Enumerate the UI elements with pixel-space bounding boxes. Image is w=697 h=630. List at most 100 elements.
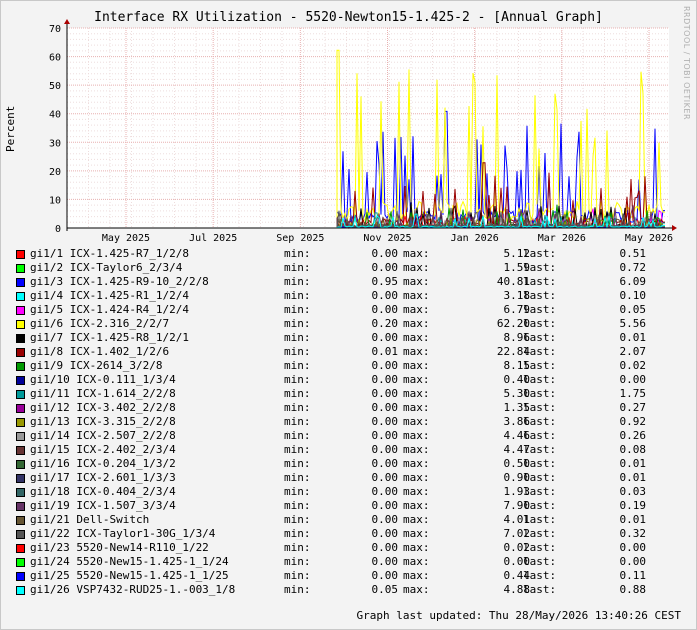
- legend-max-label: max:: [403, 247, 430, 260]
- legend-last-value: 0.00: [619, 555, 647, 568]
- legend-series-name: gi1/24 5520-New15-1.425-1_1/24: [30, 555, 229, 568]
- legend-swatch: [16, 376, 25, 385]
- legend-swatch: [16, 334, 25, 343]
- legend-swatch: [16, 404, 25, 413]
- y-tick-label: 30: [49, 138, 61, 149]
- legend-series-name: gi1/7 ICX-1.425-R8_1/2/1: [30, 331, 189, 344]
- legend-series-name: gi1/12 ICX-3.402_2/2/8: [30, 401, 176, 414]
- legend-row: gi1/18 ICX-0.404_2/3/4 min: 0.00 max: 1.93 la…: [16, 485, 696, 499]
- legend-max-label: max:: [403, 359, 430, 372]
- legend-swatch: [16, 390, 25, 399]
- legend-row: gi1/15 ICX-2.402_2/3/4 min: 0.00 max: 4.47 la…: [16, 443, 696, 457]
- legend-swatch: [16, 446, 25, 455]
- legend-row: gi1/9 ICX-2614_3/2/8 min: 0.00 max: 8.15 last…: [16, 359, 696, 373]
- legend-swatch: [16, 516, 25, 525]
- legend-series-name: gi1/22 ICX-Taylor1-30G_1/3/4: [30, 527, 216, 540]
- legend-min-value: 0.00: [371, 303, 399, 316]
- x-tick-label: Jan 2026: [451, 233, 499, 244]
- legend-min-label: min:: [284, 359, 311, 372]
- legend-min-label: min:: [284, 345, 311, 358]
- legend-last-value: 5.56: [619, 317, 647, 330]
- legend-last-value: 0.03: [619, 485, 647, 498]
- legend-swatch: [16, 278, 25, 287]
- legend-max-label: max:: [403, 345, 430, 358]
- legend-min-label: min:: [284, 499, 311, 512]
- x-axis-arrow: [672, 225, 677, 231]
- legend-swatch: [16, 264, 25, 273]
- legend-row: gi1/26 VSP7432-RUD25-1.-003_1/8 min: 0.05 m…: [16, 583, 696, 597]
- legend-last-label: last:: [523, 429, 557, 442]
- legend-series-name: gi1/14 ICX-2.507_2/2/8: [30, 429, 176, 442]
- legend-min-value: 0.00: [371, 513, 399, 526]
- legend-last-label: last:: [523, 261, 557, 274]
- legend-min-label: min:: [284, 569, 311, 582]
- legend-row: gi1/11 ICX-1.614_2/2/8 min: 0.00 max: 5.30 la…: [16, 387, 696, 401]
- legend-last-label: last:: [523, 247, 557, 260]
- legend-series-name: gi1/19 ICX-1.507_3/3/4: [30, 499, 176, 512]
- legend-min-value: 0.95: [371, 275, 399, 288]
- legend-min-value: 0.00: [371, 247, 399, 260]
- legend-min-value: 0.00: [371, 499, 399, 512]
- chart-plot: 0 10 20 30 40 50 60 70 May 2025 Jul 2025 Sep 2025 N…: [49, 19, 677, 244]
- legend-last-label: last:: [523, 513, 557, 526]
- legend-row: gi1/8 ICX-1.402_1/2/6 min: 0.01 max: 22.84 la…: [16, 345, 696, 359]
- legend-last-value: 2.07: [619, 345, 647, 358]
- legend-min-label: min:: [284, 317, 311, 330]
- legend-max-label: max:: [403, 275, 430, 288]
- legend-last-value: 0.19: [619, 499, 647, 512]
- legend-min-value: 0.00: [371, 443, 399, 456]
- legend-min-value: 0.00: [371, 471, 399, 484]
- legend-max-label: max:: [403, 471, 430, 484]
- legend-last-label: last:: [523, 555, 557, 568]
- legend-last-label: last:: [523, 485, 557, 498]
- legend-last-value: 0.72: [619, 261, 647, 274]
- legend-swatch: [16, 432, 25, 441]
- legend-max-label: max:: [403, 485, 430, 498]
- legend-min-label: min:: [284, 555, 311, 568]
- legend-min-value: 0.00: [371, 387, 399, 400]
- legend-swatch: [16, 474, 25, 483]
- legend-min-label: min:: [284, 303, 311, 316]
- legend-series-name: gi1/2 ICX-Taylor6_2/3/4: [30, 261, 183, 274]
- legend-series-name: gi1/13 ICX-3.315_2/2/8: [30, 415, 176, 428]
- legend-min-label: min:: [284, 443, 311, 456]
- legend-min-value: 0.00: [371, 429, 399, 442]
- legend-swatch: [16, 572, 25, 581]
- legend-last-value: 0.10: [619, 289, 647, 302]
- legend-min-value: 0.00: [371, 541, 399, 554]
- y-axis-arrow: [64, 19, 70, 24]
- legend-min-label: min:: [284, 373, 311, 386]
- legend-last-value: 0.01: [619, 457, 647, 470]
- legend-min-value: 0.00: [371, 289, 399, 302]
- legend-min-value: 0.00: [371, 331, 399, 344]
- legend-min-value: 0.00: [371, 527, 399, 540]
- legend-min-value: 0.05: [371, 583, 399, 596]
- legend-min-value: 0.00: [371, 555, 399, 568]
- legend-last-value: 0.08: [619, 443, 647, 456]
- legend-min-label: min:: [284, 401, 311, 414]
- legend-series-name: gi1/16 ICX-0.204_1/3/2: [30, 457, 176, 470]
- legend-min-label: min:: [284, 471, 311, 484]
- legend-swatch: [16, 502, 25, 511]
- legend-last-value: 0.11: [619, 569, 647, 582]
- x-tick-label: May 2025: [102, 233, 150, 244]
- legend-series-name: gi1/11 ICX-1.614_2/2/8: [30, 387, 176, 400]
- legend-row: gi1/19 ICX-1.507_3/3/4 min: 0.00 max: 7.90 la…: [16, 499, 696, 513]
- legend-series-name: gi1/1 ICX-1.425-R7_1/2/8: [30, 247, 189, 260]
- legend-min-value: 0.00: [371, 359, 399, 372]
- legend-last-value: 0.92: [619, 415, 647, 428]
- legend-max-label: max:: [403, 513, 430, 526]
- x-tick-label: Nov 2025: [363, 233, 411, 244]
- legend-max-label: max:: [403, 401, 430, 414]
- legend-min-value: 0.00: [371, 569, 399, 582]
- legend-row: gi1/21 Dell-Switch min: 0.00 max: 4.01 last: 0…: [16, 513, 696, 527]
- legend-last-value: 0.00: [619, 541, 647, 554]
- legend-row: gi1/23 5520-New14-R110_1/22 min: 0.00 max: 0…: [16, 541, 696, 555]
- legend-swatch: [16, 250, 25, 259]
- legend-swatch: [16, 348, 25, 357]
- legend-min-label: min:: [284, 415, 311, 428]
- legend-max-label: max:: [403, 373, 430, 386]
- legend-row: gi1/25 5520-New15-1.425-1_1/25 min: 0.00 ma…: [16, 569, 696, 583]
- legend-max-label: max:: [403, 569, 430, 582]
- y-tick-label: 40: [49, 110, 61, 121]
